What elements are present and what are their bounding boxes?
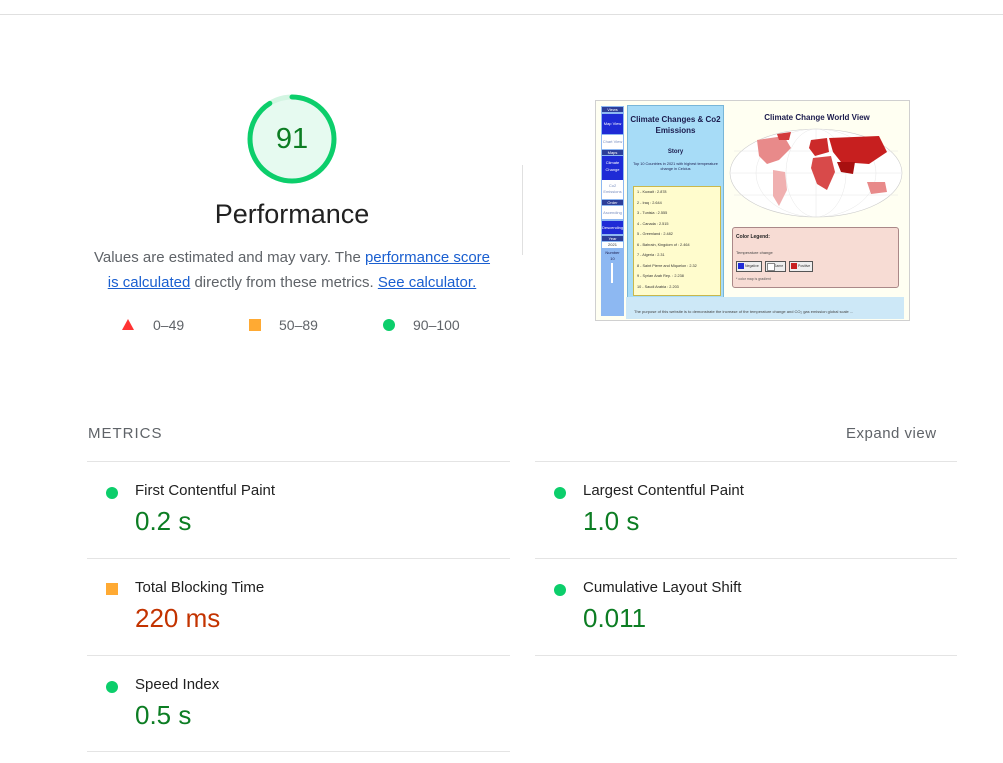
legend-average-label: 50–89: [279, 317, 318, 333]
list-item: 9 - Syrian Arab Rep. : 2.238: [637, 274, 684, 278]
legend-pass-label: 90–100: [413, 317, 460, 333]
list-item: 2 - Iraq : 2.644: [637, 200, 662, 205]
metric-largest-contentful-paint: Largest Contentful Paint 1.0 s: [535, 462, 958, 558]
thumb-legend-title: Color Legend:: [736, 234, 770, 240]
metric-total-blocking-time: Total Blocking Time 220 ms: [87, 559, 510, 655]
thumb-nav-descending: Descending: [602, 221, 623, 234]
section-divider: [522, 165, 523, 255]
fail-triangle-icon: [122, 319, 134, 330]
thumb-legend-sub: Temperature change: [736, 250, 773, 255]
metric-name: Speed Index: [135, 676, 220, 693]
performance-score: 91: [275, 123, 309, 155]
thumb-world-map: [729, 128, 903, 218]
metric-cumulative-layout-shift: Cumulative Layout Shift 0.011: [535, 559, 958, 655]
expand-view-button[interactable]: Expand view: [846, 425, 937, 442]
thumb-nav-year: Year: [602, 236, 623, 241]
thumb-map-title: Climate Change World View: [764, 113, 870, 122]
desc-mid: directly from these metrics.: [190, 274, 378, 291]
average-square-icon: [106, 583, 118, 595]
metric-name: First Contentful Paint: [135, 482, 276, 499]
performance-gauge: 91: [246, 93, 338, 185]
metric-name: Cumulative Layout Shift: [583, 579, 742, 596]
thumb-legend-negative: Negative: [736, 261, 762, 272]
thumb-nav-map-view: Map View: [602, 114, 623, 134]
average-square-icon: [249, 319, 261, 331]
list-item: 8 - Saint Pierre and Miquelon : 2.32: [637, 263, 697, 268]
thumb-nav-views: Views: [602, 107, 623, 112]
thumb-nav-chart-view: Chart View: [602, 135, 623, 149]
metric-value: 1.0 s: [583, 506, 640, 536]
pass-circle-icon: [554, 487, 566, 499]
see-calculator-link[interactable]: See calculator.: [378, 274, 476, 291]
list-item: 6 - Bahrain, Kingdom of : 2.464: [637, 242, 690, 247]
list-item: 3 - Tunisia : 2.555: [637, 211, 668, 215]
metric-value: 0.2 s: [135, 506, 192, 536]
thumb-nav-climate: Climate Change: [602, 156, 623, 181]
thumb-nav-number-value: 10: [610, 256, 615, 261]
metric-name: Total Blocking Time: [135, 579, 265, 596]
thumb-nav-co2: Co2 Emissions: [602, 180, 623, 199]
thumb-color-legend: Color Legend: Temperature change Negativ…: [732, 227, 899, 288]
final-screenshot[interactable]: Views Map View Chart View Maps Climate C…: [595, 100, 910, 321]
thumb-bottom-band: The purpose of this website is to demons…: [626, 297, 904, 319]
thumb-legend-same: Same: [765, 261, 787, 272]
thumb-legend-note: * color map is gradient: [736, 277, 771, 281]
metric-value: 0.011: [583, 603, 647, 633]
pass-circle-icon: [106, 681, 118, 693]
metric-speed-index: Speed Index 0.5 s: [87, 656, 510, 752]
pass-circle-icon: [106, 487, 118, 499]
thumb-nav-number: Number: [605, 250, 620, 255]
thumb-nav-slider: [611, 263, 613, 283]
metrics-divider: [87, 751, 510, 752]
thumb-country-list: 1 - Kuwait : 2.878 2 - Iraq : 2.644 3 - …: [633, 186, 721, 296]
thumb-legend-positive: Positive: [789, 261, 814, 272]
legend-fail-label: 0–49: [153, 317, 185, 333]
thumb-nav-year-select: 2021: [602, 242, 623, 248]
list-item: 7 - Algeria : 2.31: [637, 253, 665, 257]
thumb-nav: Views Map View Chart View Maps Climate C…: [601, 106, 624, 316]
metric-name: Largest Contentful Paint: [583, 482, 744, 499]
thumb-nav-maps: Maps: [602, 150, 623, 155]
metrics-divider: [535, 655, 957, 656]
thumb-bottom-text: The purpose of this website is to demons…: [634, 309, 854, 314]
thumb-story-panel: Climate Changes & Co2 Emissions Story To…: [627, 105, 724, 299]
thumb-nav-ascending: Ascending: [602, 206, 623, 219]
performance-description: Values are estimated and may vary. The p…: [90, 245, 494, 295]
list-item: 10 - Saudi Arabia : 2.203: [637, 284, 679, 289]
list-item: 5 - Greenland : 2.482: [637, 232, 673, 236]
list-item: 4 - Canada : 2.515: [637, 221, 669, 226]
thumb-story-title: Climate Changes & Co2 Emissions: [630, 115, 721, 135]
metric-value: 0.5 s: [135, 700, 192, 730]
top-divider: [0, 14, 1003, 15]
thumb-story-sub: Story: [667, 149, 684, 155]
list-item: 1 - Kuwait : 2.878: [637, 190, 667, 194]
metric-value: 220 ms: [135, 603, 221, 633]
metric-first-contentful-paint: First Contentful Paint 0.2 s: [87, 462, 510, 558]
performance-title: Performance: [214, 199, 370, 229]
desc-prefix: Values are estimated and may vary. The: [93, 249, 365, 266]
pass-circle-icon: [383, 319, 395, 331]
metrics-header: METRICS: [88, 425, 163, 442]
thumb-nav-order: Order: [602, 200, 623, 205]
pass-circle-icon: [554, 584, 566, 596]
thumb-story-caption: Top 10 Countries in 2021 with highest te…: [633, 162, 718, 171]
